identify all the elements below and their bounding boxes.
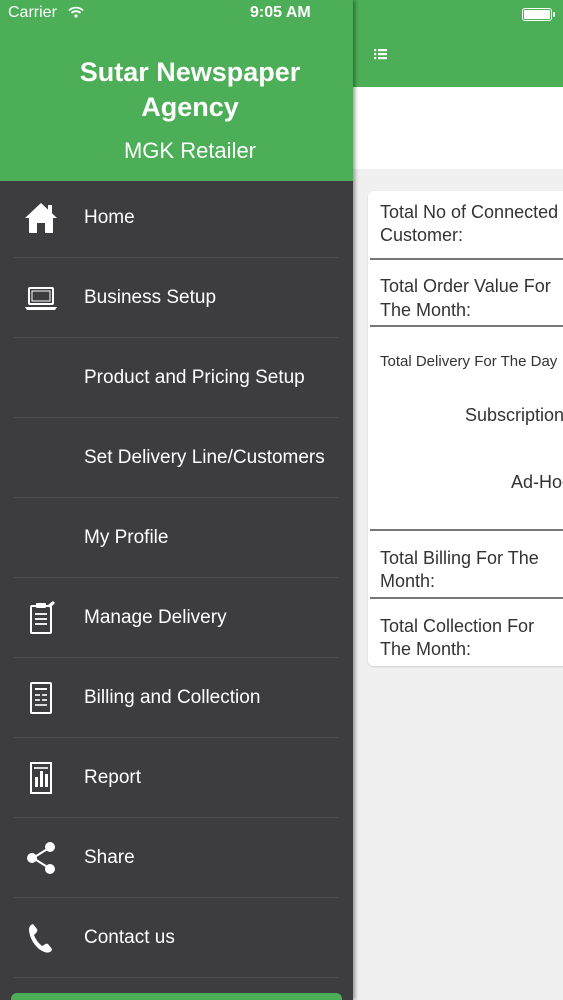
agency-name: Sutar Newspaper Agency bbox=[79, 57, 301, 122]
menu-label-report: Report bbox=[84, 767, 142, 788]
main-title-area bbox=[353, 87, 563, 169]
menu-label-manage-delivery: Manage Delivery bbox=[84, 607, 227, 628]
collection-label-line1: Total Collection For bbox=[380, 616, 535, 636]
menu-item-manage-delivery[interactable]: Manage Delivery bbox=[0, 578, 353, 658]
menu-item-delivery-line-customers[interactable]: Set Delivery Line/Customers bbox=[0, 418, 353, 498]
menu-item-product-pricing-setup[interactable]: Product and Pricing Setup bbox=[0, 338, 353, 418]
delivery-day-label: Total Delivery For The Day bbox=[380, 353, 558, 370]
dashboard-summary-card: Total No of Connected Customer: Total Or… bbox=[368, 191, 563, 666]
wifi-icon bbox=[68, 6, 84, 18]
collection-label-line2: The Month: bbox=[380, 639, 472, 659]
main-screen: Total No of Connected Customer: Total Or… bbox=[353, 0, 563, 1000]
menu-label-billing-collection: Billing and Collection bbox=[84, 687, 261, 708]
menu-item-share[interactable]: Share bbox=[0, 818, 353, 898]
divider bbox=[370, 597, 563, 599]
home-icon bbox=[25, 203, 57, 233]
laptop-icon bbox=[25, 287, 57, 310]
menu-item-business-setup[interactable]: Business Setup bbox=[0, 258, 353, 338]
adhoc-label: Ad-Hoc bbox=[511, 472, 563, 492]
menu-item-contact-us[interactable]: Contact us bbox=[0, 898, 353, 978]
menu-label-home: Home bbox=[84, 207, 135, 228]
divider bbox=[370, 258, 563, 260]
menu-item-billing-collection[interactable]: Billing and Collection bbox=[0, 658, 353, 738]
connected-customer-label-line2: Customer: bbox=[380, 225, 464, 245]
bill-icon bbox=[30, 682, 52, 714]
battery-icon bbox=[522, 8, 555, 21]
menu-label-product-pricing: Product and Pricing Setup bbox=[84, 367, 305, 388]
clock-label: 9:05 AM bbox=[250, 4, 311, 21]
menu-label-share: Share bbox=[84, 847, 135, 868]
menu-label-contact-us: Contact us bbox=[84, 927, 175, 948]
report-icon bbox=[30, 762, 52, 794]
clipboard-icon bbox=[30, 601, 55, 634]
menu-list-icon[interactable] bbox=[371, 45, 391, 63]
logout-button[interactable] bbox=[11, 993, 342, 1000]
drawer-header: Carrier 9:05 AM Sutar Newspaper Agency M… bbox=[0, 0, 353, 181]
carrier-label: Carrier bbox=[8, 4, 57, 21]
divider bbox=[370, 325, 563, 327]
navigation-drawer: Carrier 9:05 AM Sutar Newspaper Agency M… bbox=[0, 0, 353, 1000]
main-header-bar bbox=[353, 0, 563, 87]
menu-label-my-profile: My Profile bbox=[84, 527, 169, 548]
menu-label-business-setup: Business Setup bbox=[84, 287, 217, 308]
phone-icon bbox=[29, 924, 52, 953]
order-value-label-line2: The Month: bbox=[380, 300, 472, 320]
divider bbox=[370, 529, 563, 531]
subscription-label: Subscription bbox=[465, 405, 563, 425]
order-value-label-line1: Total Order Value For bbox=[380, 276, 551, 296]
billing-label-line1: Total Billing For The bbox=[380, 548, 539, 568]
share-icon bbox=[27, 842, 55, 874]
menu-item-report[interactable]: Report bbox=[0, 738, 353, 818]
menu-item-home[interactable]: Home bbox=[0, 178, 353, 258]
user-role: MGK Retailer bbox=[123, 138, 257, 163]
menu-label-delivery-line: Set Delivery Line/Customers bbox=[84, 447, 325, 468]
menu-item-my-profile[interactable]: My Profile bbox=[0, 498, 353, 578]
billing-label-line2: Month: bbox=[380, 571, 436, 591]
connected-customer-label-line1: Total No of Connected bbox=[380, 202, 559, 222]
